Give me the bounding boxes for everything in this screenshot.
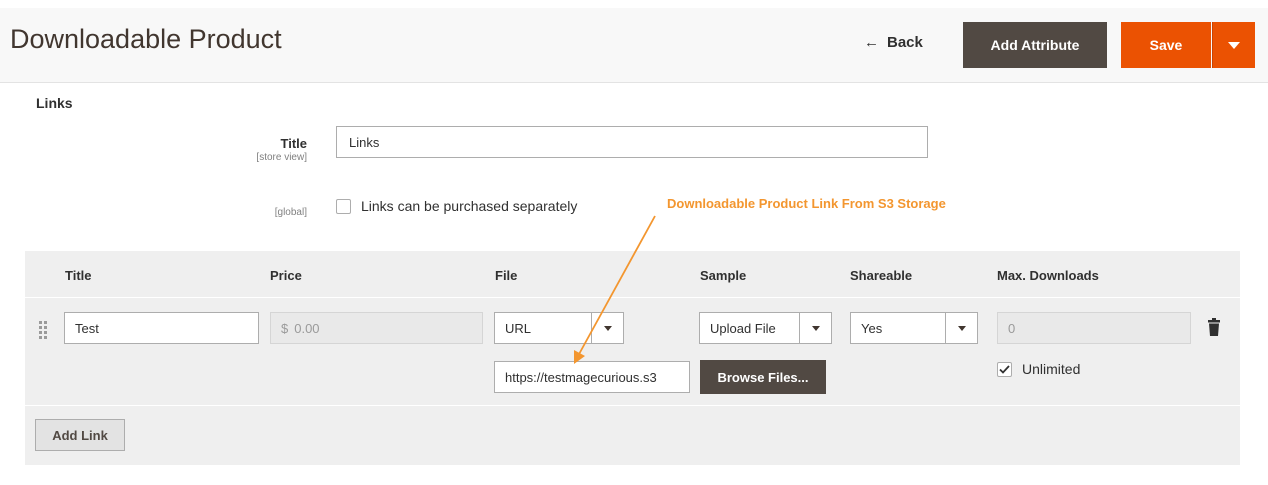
drag-handle-icon[interactable] xyxy=(39,321,49,339)
purchase-separately-checkbox[interactable] xyxy=(336,198,351,214)
file-type-select[interactable]: URL xyxy=(494,312,624,344)
sample-value: Upload File xyxy=(710,320,776,336)
currency-symbol: $ xyxy=(281,320,289,336)
annotation-label: Downloadable Product Link From S3 Storag… xyxy=(667,196,946,211)
title-field-label: Title xyxy=(280,136,308,151)
links-title-input[interactable]: Links xyxy=(336,126,928,158)
checkmark-icon xyxy=(999,364,1010,374)
max-downloads-input[interactable]: 0 xyxy=(997,312,1191,344)
add-link-button[interactable]: Add Link xyxy=(35,419,125,451)
unlimited-option[interactable]: Unlimited xyxy=(997,361,1080,377)
column-header-file: File xyxy=(495,268,518,283)
chevron-down-icon xyxy=(799,313,831,343)
column-header-title: Title xyxy=(65,268,92,283)
row-divider xyxy=(25,405,1240,406)
file-type-value: URL xyxy=(505,320,532,336)
page-header: Downloadable Product ← Back Add Attribute… xyxy=(0,8,1268,83)
shareable-value: Yes xyxy=(861,320,883,336)
purchase-separately-label: Links can be purchased separately xyxy=(361,198,578,214)
page-title: Downloadable Product xyxy=(10,24,282,54)
unlimited-checkbox[interactable] xyxy=(997,361,1012,377)
links-section-title: Links xyxy=(36,95,73,111)
links-grid: Title Price File Sample Shareable Max. D… xyxy=(25,251,1240,465)
save-button[interactable]: Save xyxy=(1121,22,1211,68)
price-placeholder: 0.00 xyxy=(294,320,320,336)
unlimited-label: Unlimited xyxy=(1022,361,1081,377)
chevron-down-icon xyxy=(945,313,977,343)
sample-select[interactable]: Upload File xyxy=(699,312,832,344)
back-label: Back xyxy=(887,34,923,51)
global-scope-label: [global] xyxy=(274,207,307,218)
column-header-sample: Sample xyxy=(700,268,747,283)
save-options-toggle[interactable] xyxy=(1212,22,1255,68)
shareable-select[interactable]: Yes xyxy=(850,312,978,344)
grid-header: Title Price File Sample Shareable Max. D… xyxy=(25,251,1240,298)
link-title-input[interactable]: Test xyxy=(64,312,259,344)
back-button[interactable]: ← Back xyxy=(864,34,923,51)
link-price-input[interactable]: $ 0.00 xyxy=(270,312,483,344)
add-attribute-button[interactable]: Add Attribute xyxy=(963,22,1107,68)
column-header-shareable: Shareable xyxy=(850,268,913,283)
chevron-down-icon xyxy=(591,313,623,343)
browse-files-button[interactable]: Browse Files... xyxy=(700,360,826,394)
arrow-left-icon: ← xyxy=(864,34,879,51)
file-url-input[interactable]: https://testmagecurious.s3 xyxy=(494,361,690,393)
column-header-max-downloads: Max. Downloads xyxy=(997,268,1099,283)
purchase-separately-option[interactable]: Links can be purchased separately xyxy=(336,198,577,214)
column-header-price: Price xyxy=(270,268,302,283)
caret-down-icon xyxy=(1228,41,1240,49)
trash-icon[interactable] xyxy=(1207,318,1221,336)
store-view-scope-label: [store view] xyxy=(256,152,307,163)
